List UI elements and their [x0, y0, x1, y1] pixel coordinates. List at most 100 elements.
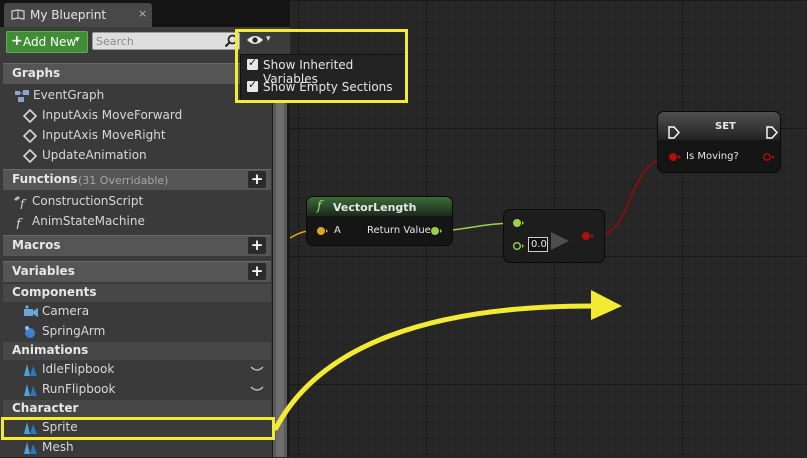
item-label: AnimStateMachine — [32, 214, 145, 228]
node-greater-than[interactable]: 0.0 — [504, 210, 604, 262]
item-label: SpringArm — [42, 324, 106, 338]
item-label: InputAxis MoveRight — [42, 128, 166, 142]
section-title: Macros — [12, 238, 61, 252]
bool-input-pin-icon[interactable] — [668, 152, 682, 162]
node-title: SET — [715, 121, 736, 132]
section-title: Variables — [12, 264, 75, 278]
function-icon: f — [15, 217, 23, 229]
show-empty-sections-option[interactable]: ✓ Show Empty Sections — [241, 77, 405, 97]
camera-component-icon — [24, 305, 38, 317]
variable-item-mesh[interactable]: Mesh — [3, 438, 271, 458]
search-icon[interactable] — [224, 34, 238, 48]
svg-text:f: f — [19, 197, 27, 209]
value-text: 0.0 — [531, 239, 547, 250]
variable-item-camera[interactable]: Camera — [3, 302, 271, 322]
category-title: Character — [12, 401, 79, 415]
search-box — [92, 32, 240, 50]
variable-item-idleflipbook[interactable]: IdleFlipbook — [3, 360, 271, 380]
visibility-closed-eye-icon[interactable] — [250, 384, 264, 394]
tab-my-blueprint[interactable]: My Blueprint × — [4, 3, 152, 27]
graph-item-eventgraph[interactable]: EventGraph — [3, 86, 271, 106]
add-new-label: Add New — [23, 35, 77, 49]
variable-item-sprite[interactable]: Sprite — [3, 418, 271, 438]
category-title: Components — [12, 285, 97, 299]
item-label: Camera — [42, 304, 90, 318]
book-icon — [11, 9, 25, 20]
graph-item-updateanimation[interactable]: UpdateAnimation — [3, 146, 271, 166]
float-output-pin-icon[interactable] — [430, 226, 442, 236]
vector-input-pin-icon[interactable] — [316, 226, 328, 236]
item-label: RunFlipbook — [42, 382, 116, 396]
add-new-button[interactable]: + Add New ▾ — [6, 31, 88, 53]
eye-icon — [247, 36, 263, 44]
graph-item-inputaxis-moveforward[interactable]: InputAxis MoveForward — [3, 106, 271, 126]
pin-a-label: A — [334, 225, 341, 236]
scrollbar-thumb[interactable] — [276, 58, 284, 457]
function-item-animstatemachine[interactable]: f AnimStateMachine — [3, 212, 271, 232]
node-vectorlength[interactable]: f VectorLength A Return Value — [307, 197, 452, 245]
node-set[interactable]: SET Is Moving? — [658, 112, 780, 172]
chevron-down-icon: ▾ — [75, 35, 80, 45]
option-label: Show Empty Sections — [263, 80, 393, 94]
item-label: InputAxis MoveForward — [42, 108, 183, 122]
variable-item-springarm[interactable]: SpringArm — [3, 322, 271, 342]
add-macro-button[interactable]: + — [248, 237, 266, 254]
float-input-pin-icon[interactable] — [512, 241, 524, 251]
category-components[interactable]: Components — [3, 284, 271, 302]
value-field[interactable]: 0.0 — [528, 237, 548, 252]
section-graphs[interactable]: Graphs — [3, 63, 271, 84]
svg-text:f: f — [15, 217, 23, 229]
section-variables[interactable]: Variables + — [3, 261, 271, 282]
overridable-count: (31 Overridable) — [78, 174, 169, 187]
flipbook-icon — [24, 384, 37, 396]
greater-than-symbol-icon — [551, 232, 569, 250]
is-moving-label: Is Moving? — [686, 151, 739, 162]
search-input[interactable] — [96, 34, 221, 48]
spring-arm-icon — [25, 326, 35, 338]
item-label: ConstructionScript — [32, 194, 144, 208]
node-title: VectorLength — [333, 201, 417, 214]
exec-input-pin-icon[interactable] — [668, 126, 680, 139]
checkbox[interactable]: ✓ — [247, 56, 258, 70]
tab-title: My Blueprint — [30, 8, 107, 22]
flipbook-icon — [24, 364, 37, 376]
add-variable-button[interactable]: + — [248, 263, 266, 280]
checkmark-icon: ✓ — [248, 56, 258, 69]
variable-item-runflipbook[interactable]: RunFlipbook — [3, 380, 271, 400]
item-label: Sprite — [42, 420, 78, 434]
visibility-closed-eye-icon[interactable] — [250, 364, 264, 374]
section-functions[interactable]: Functions (31 Overridable) + — [3, 169, 271, 190]
event-graph-icon — [15, 90, 29, 102]
plus-icon: + — [11, 33, 23, 49]
return-value-label: Return Value — [367, 225, 431, 236]
exec-output-pin-icon[interactable] — [766, 126, 778, 139]
item-label: EventGraph — [33, 88, 105, 102]
event-icon — [23, 109, 38, 123]
category-animations[interactable]: Animations — [3, 342, 271, 360]
graph-item-inputaxis-moveright[interactable]: InputAxis MoveRight — [3, 126, 271, 146]
event-icon — [23, 149, 38, 163]
show-inherited-variables-option[interactable]: ✓ Show Inherited Variables — [241, 55, 405, 86]
view-options-menu: ✓ Show Inherited Variables ✓ Show Empty … — [240, 54, 406, 103]
close-tab-icon[interactable]: × — [138, 7, 147, 20]
item-label: IdleFlipbook — [42, 362, 115, 376]
add-function-button[interactable]: + — [248, 171, 266, 188]
view-options-button[interactable]: ▾ — [246, 34, 276, 48]
category-title: Animations — [12, 343, 89, 357]
function-item-constructionscript[interactable]: f ConstructionScript — [3, 192, 271, 212]
sprite-component-icon — [24, 422, 37, 434]
event-icon — [23, 129, 38, 143]
checkmark-icon: ✓ — [248, 78, 258, 91]
scrollbar[interactable] — [273, 58, 287, 457]
tab-bar: My Blueprint × — [0, 0, 290, 27]
construction-script-icon: f — [14, 196, 27, 209]
bool-output-pin-icon[interactable] — [581, 231, 595, 241]
float-input-pin-icon[interactable] — [512, 218, 524, 228]
category-character[interactable]: Character — [3, 400, 271, 418]
bool-output-pin-icon[interactable] — [762, 152, 776, 162]
section-macros[interactable]: Macros + — [3, 235, 271, 256]
section-title: Graphs — [12, 66, 61, 80]
checkbox[interactable]: ✓ — [247, 78, 258, 92]
chevron-down-icon: ▾ — [266, 34, 271, 44]
item-label: UpdateAnimation — [42, 148, 147, 162]
